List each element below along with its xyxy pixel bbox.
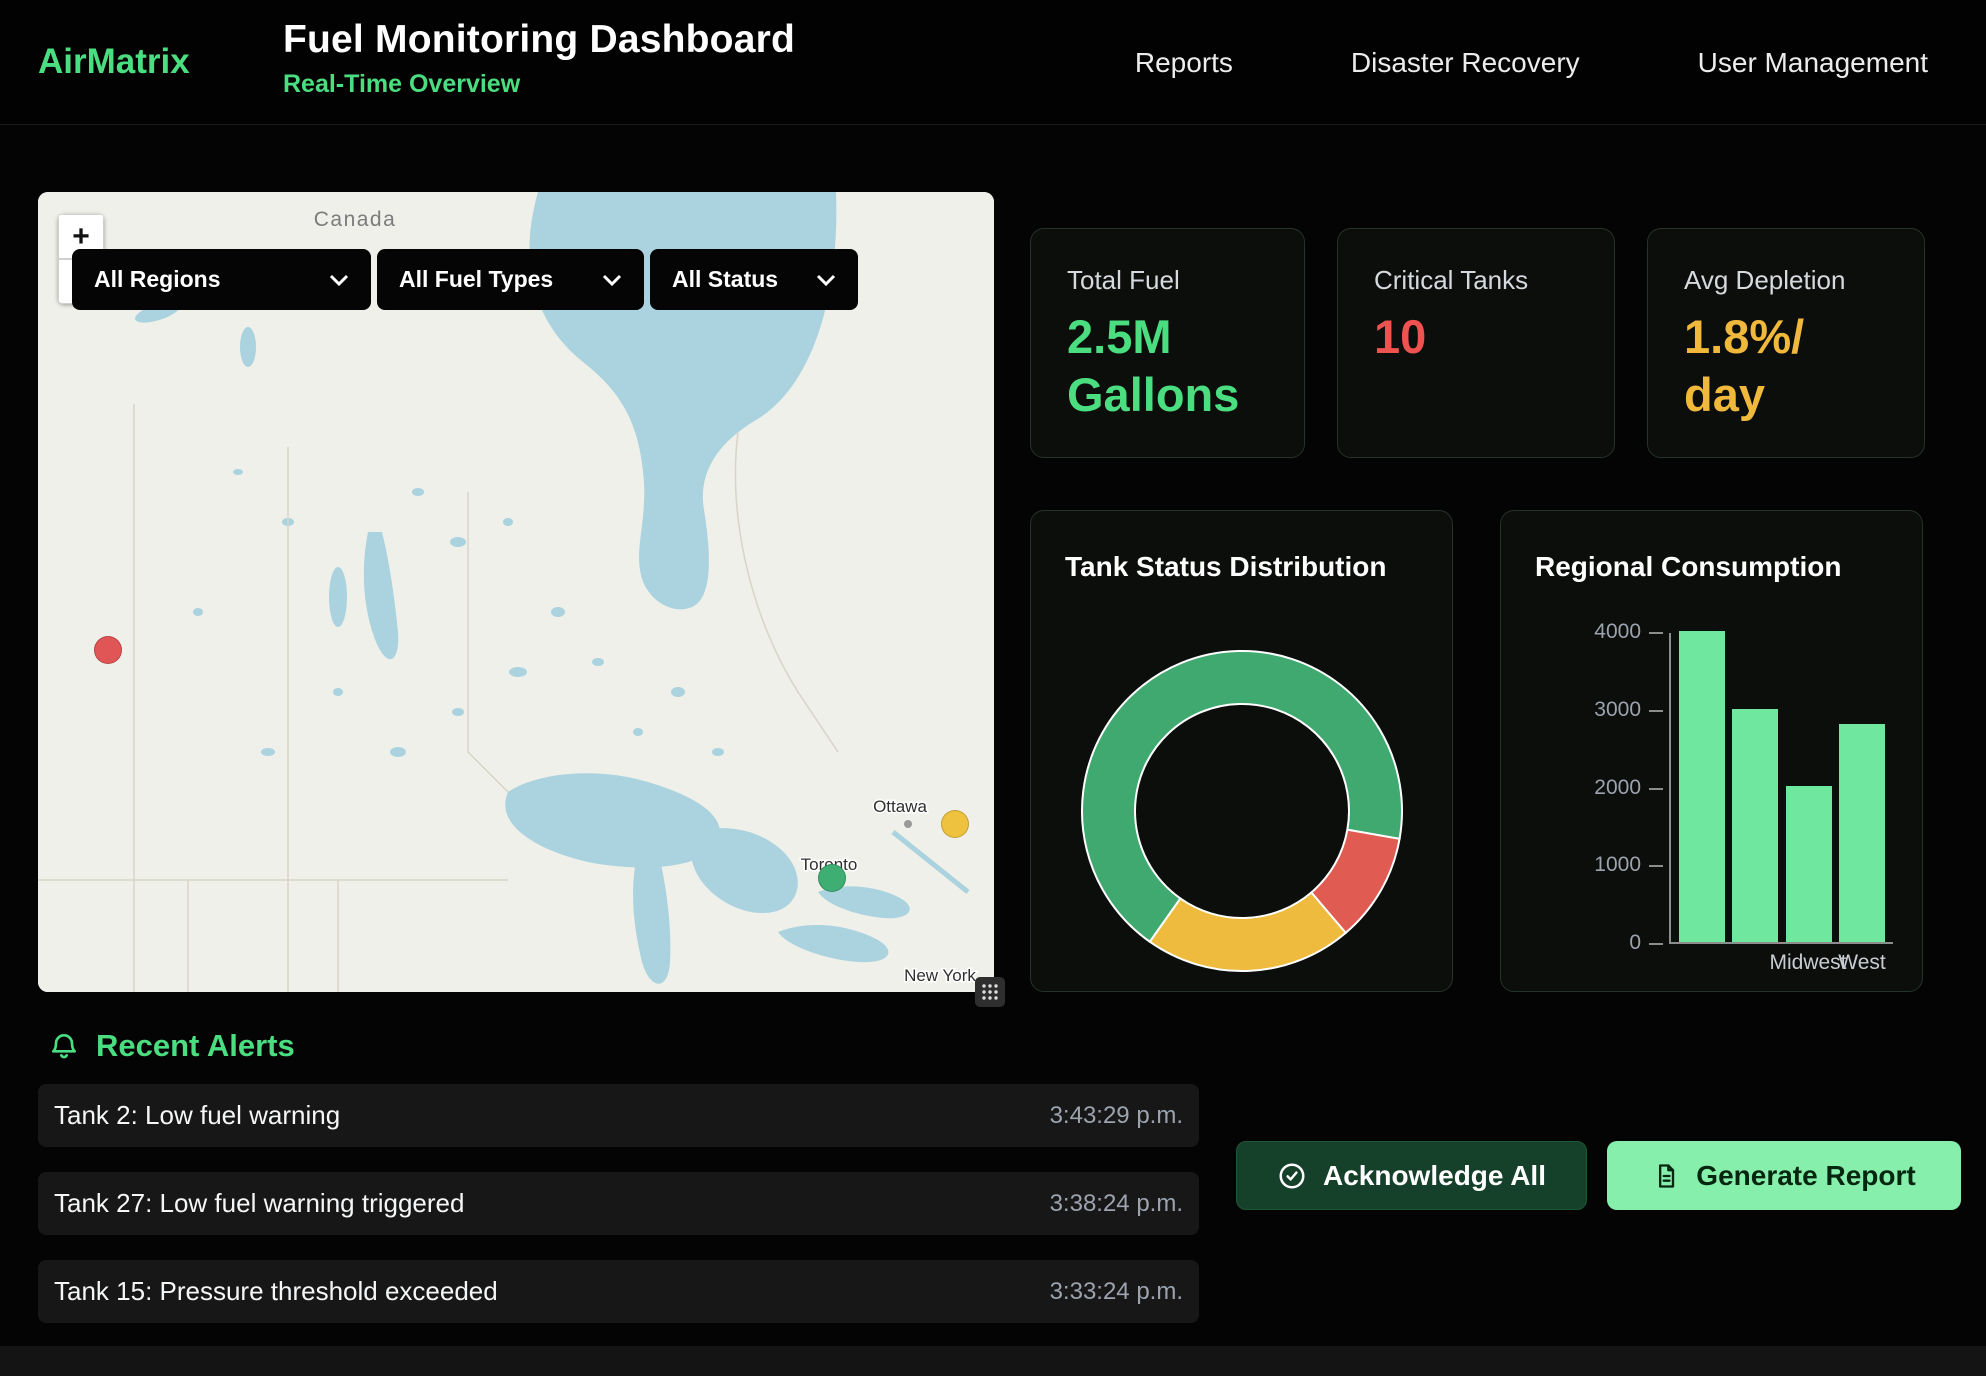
- generate-report-button[interactable]: Generate Report: [1607, 1141, 1961, 1210]
- resize-handle[interactable]: [975, 977, 1005, 1007]
- y-tick-label: 4000: [1551, 620, 1641, 644]
- alert-time: 3:38:24 p.m.: [1050, 1190, 1183, 1218]
- bar-0: [1679, 631, 1725, 942]
- filter-regions-value: All Regions: [94, 266, 221, 293]
- chevron-down-icon: [329, 274, 349, 286]
- map-label-canada: Canada: [314, 208, 397, 231]
- map-marker-critical[interactable]: [94, 636, 122, 664]
- y-tick-mark: [1649, 788, 1663, 790]
- bell-icon: [48, 1030, 80, 1062]
- y-tick-label: 1000: [1551, 853, 1641, 877]
- alert-message: Tank 15: Pressure threshold exceeded: [54, 1276, 498, 1307]
- bar-1: [1732, 709, 1778, 942]
- regional-consumption-card: Regional Consumption 0 1000 2000 3000 4000 M…: [1500, 510, 1923, 992]
- alert-row[interactable]: Tank 15: Pressure threshold exceeded 3:3…: [38, 1260, 1199, 1323]
- nav-item-reports[interactable]: Reports: [1135, 47, 1233, 79]
- alert-message: Tank 27: Low fuel warning triggered: [54, 1188, 464, 1219]
- filter-status-select[interactable]: All Status: [650, 249, 858, 310]
- chevron-down-icon: [602, 274, 622, 286]
- tank-status-donut: [1069, 638, 1415, 984]
- filter-fuel-types-select[interactable]: All Fuel Types: [377, 249, 644, 310]
- bar-2: [1786, 786, 1832, 942]
- alert-row[interactable]: Tank 27: Low fuel warning triggered 3:38…: [38, 1172, 1199, 1235]
- stat-card-total-fuel: Total Fuel 2.5M Gallons: [1030, 228, 1305, 458]
- filter-status-value: All Status: [672, 266, 778, 293]
- title-block: Fuel Monitoring Dashboard Real-Time Over…: [283, 18, 795, 99]
- chart-title: Regional Consumption: [1535, 551, 1841, 583]
- bar-3: [1839, 724, 1885, 942]
- y-tick-mark: [1649, 710, 1663, 712]
- acknowledge-all-label: Acknowledge All: [1323, 1160, 1546, 1192]
- filter-regions-select[interactable]: All Regions: [72, 249, 371, 310]
- bar-category-label: West: [1839, 951, 1885, 975]
- grip-dots-icon: [981, 983, 999, 1001]
- bar-category-label: [1677, 951, 1723, 975]
- fuel-monitoring-dashboard: AirMatrix Fuel Monitoring Dashboard Real…: [0, 0, 1986, 1376]
- filter-fuel-types-value: All Fuel Types: [399, 266, 553, 293]
- alert-time: 3:43:29 p.m.: [1050, 1102, 1183, 1130]
- bar-category-label: Midwest: [1785, 951, 1831, 975]
- header: AirMatrix Fuel Monitoring Dashboard Real…: [0, 0, 1986, 125]
- footer-strip: [0, 1346, 1986, 1376]
- map-marker-normal[interactable]: [818, 864, 846, 892]
- page-title: Fuel Monitoring Dashboard: [283, 18, 795, 62]
- y-tick-mark: [1649, 943, 1663, 945]
- main-nav: Reports Disaster Recovery User Managemen…: [1135, 0, 1928, 125]
- alert-message: Tank 2: Low fuel warning: [54, 1100, 340, 1131]
- map-label-ottawa: Ottawa: [873, 797, 927, 816]
- stat-card-avg-depletion: Avg Depletion 1.8%/ day: [1647, 228, 1925, 458]
- map-filters: All Regions All Fuel Types All Status: [72, 249, 858, 310]
- donut-segment-warning: [1150, 892, 1346, 971]
- nav-item-user-management[interactable]: User Management: [1698, 47, 1928, 79]
- chevron-down-icon: [816, 274, 836, 286]
- generate-report-label: Generate Report: [1696, 1160, 1915, 1192]
- check-circle-icon: [1277, 1161, 1307, 1191]
- stat-label: Avg Depletion: [1684, 265, 1888, 296]
- y-tick-mark: [1649, 632, 1663, 634]
- alert-time: 3:33:24 p.m.: [1050, 1278, 1183, 1306]
- y-tick-label: 3000: [1551, 698, 1641, 722]
- tank-map[interactable]: Canada Ottawa Toronto New York + − All R…: [38, 192, 994, 992]
- regional-categories: Midwest West: [1669, 951, 1893, 975]
- stat-label: Critical Tanks: [1374, 265, 1578, 296]
- map-marker-warning[interactable]: [941, 810, 969, 838]
- map-base: Canada Ottawa Toronto New York: [38, 192, 994, 992]
- stat-card-critical-tanks: Critical Tanks 10: [1337, 228, 1615, 458]
- nav-item-disaster-recovery[interactable]: Disaster Recovery: [1351, 47, 1580, 79]
- y-tick-mark: [1649, 865, 1663, 867]
- stat-value: 1.8%/ day: [1684, 308, 1884, 424]
- stat-value: 2.5M Gallons: [1067, 308, 1267, 424]
- stat-label: Total Fuel: [1067, 265, 1268, 296]
- page-subtitle: Real-Time Overview: [283, 70, 795, 99]
- acknowledge-all-button[interactable]: Acknowledge All: [1236, 1141, 1587, 1210]
- map-label-new-york: New York: [904, 966, 976, 985]
- recent-alerts-title: Recent Alerts: [96, 1028, 295, 1064]
- recent-alerts-header: Recent Alerts: [48, 1028, 295, 1064]
- tank-status-card: Tank Status Distribution: [1030, 510, 1453, 992]
- document-icon: [1652, 1162, 1680, 1190]
- y-tick-label: 2000: [1551, 776, 1641, 800]
- alert-row[interactable]: Tank 2: Low fuel warning 3:43:29 p.m.: [38, 1084, 1199, 1147]
- regional-yticks: 01000200030004000: [1501, 633, 1667, 944]
- stat-value: 10: [1374, 308, 1574, 366]
- ottawa-city-dot: [904, 820, 912, 828]
- regional-bars: [1669, 633, 1893, 944]
- chart-title: Tank Status Distribution: [1065, 551, 1387, 583]
- brand-logo[interactable]: AirMatrix: [38, 42, 190, 82]
- y-tick-label: 0: [1551, 931, 1641, 955]
